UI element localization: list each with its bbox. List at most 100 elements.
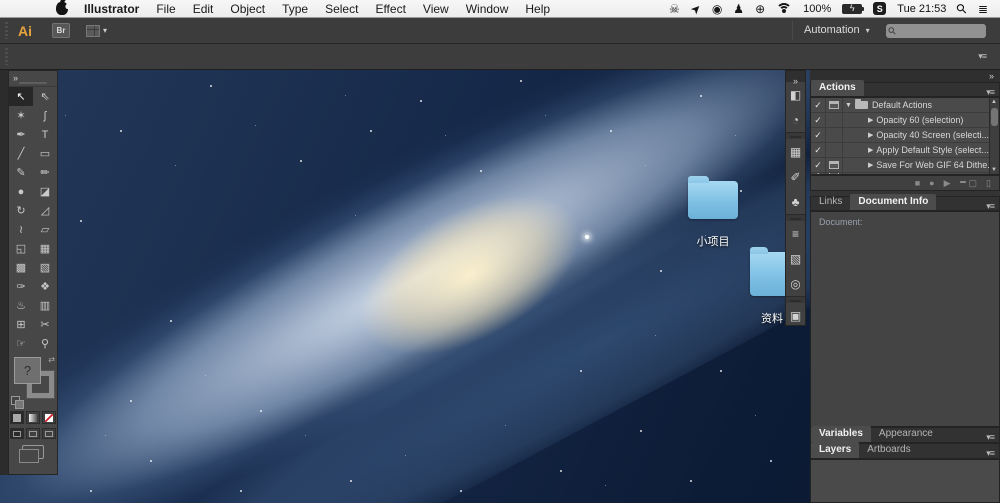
zoom-tool[interactable]: ⚲ (33, 334, 57, 353)
menu-type[interactable]: Type (282, 2, 308, 16)
hand-tool[interactable]: ☞ (9, 334, 33, 353)
magic-wand-tool[interactable]: ✶ (9, 106, 33, 125)
default-fill-stroke-icon[interactable] (11, 396, 20, 405)
free-transform-tool[interactable]: ▱ (33, 220, 57, 239)
telegram-icon[interactable]: ➤ (688, 1, 704, 17)
color-guide-panel-icon[interactable]: ◔ (786, 107, 805, 132)
menu-object[interactable]: Object (230, 2, 265, 16)
scale-tool[interactable]: ◿ (33, 201, 57, 220)
tab-layers[interactable]: Layers (811, 442, 859, 458)
rotate-tool[interactable]: ↻ (9, 201, 33, 220)
menu-help[interactable]: Help (525, 2, 550, 16)
crosshair-icon[interactable]: ⊕ (755, 3, 765, 15)
strip-group-divider[interactable] (786, 214, 805, 221)
panel-menu-icon[interactable]: ▾≡ (978, 51, 986, 62)
gradient-tool[interactable]: ▧ (33, 258, 57, 277)
strip-header[interactable]: » (786, 71, 805, 82)
spotlight-icon[interactable]: ⚲ (953, 0, 971, 18)
menu-select[interactable]: Select (325, 2, 358, 16)
desktop-folder-small-project[interactable]: 小项目 (683, 181, 743, 249)
line-segment-tool[interactable]: ╱ (9, 144, 33, 163)
slice-tool[interactable]: ✂ (33, 315, 57, 334)
menu-file[interactable]: File (156, 2, 175, 16)
rectangle-tool[interactable]: ▭ (33, 144, 57, 163)
bridge-button[interactable]: Br (52, 23, 70, 38)
target-icon[interactable]: ◉ (712, 3, 722, 15)
perspective-grid-tool[interactable]: ▦ (33, 239, 57, 258)
tab-document-info[interactable]: Document Info (850, 194, 936, 210)
action-checkbox[interactable]: ✓ (811, 100, 825, 111)
tab-artboards[interactable]: Artboards (859, 442, 918, 458)
drag-handle[interactable] (19, 82, 47, 84)
graphic-styles-panel-icon[interactable]: ▣ (786, 303, 805, 328)
expand-triangle-icon[interactable]: ▶ (868, 146, 873, 154)
symbols-panel-icon[interactable]: ♣ (786, 189, 805, 214)
search-input[interactable]: ⚲ (886, 24, 986, 38)
workspace-switcher[interactable]: Automation ▾ (804, 24, 870, 36)
scroll-up-icon[interactable]: ▲ (991, 99, 997, 105)
gradient-panel-icon[interactable]: ▧ (786, 246, 805, 271)
blob-brush-tool[interactable]: ● (9, 182, 33, 201)
artboard-tool[interactable]: ⊞ (9, 315, 33, 334)
expand-triangle-icon[interactable]: ▼ (845, 102, 852, 109)
mesh-tool[interactable]: ▩ (9, 258, 33, 277)
play-action-button[interactable]: ▶ (944, 179, 951, 188)
action-checkbox[interactable]: ✓ (811, 130, 825, 141)
eyedropper-tool[interactable]: ✑ (9, 277, 33, 296)
tab-variables[interactable]: Variables (811, 426, 871, 442)
panel-menu-icon[interactable]: ▾≡ (986, 448, 994, 459)
tab-actions[interactable]: Actions (811, 80, 864, 96)
expand-triangle-icon[interactable]: ▶ (868, 131, 873, 139)
eraser-tool[interactable]: ◪ (33, 182, 57, 201)
symbol-sprayer-tool[interactable]: ♨ (9, 296, 33, 315)
none-button[interactable] (42, 411, 56, 424)
swap-fill-stroke-icon[interactable]: ⇄ (48, 355, 55, 364)
dialog-toggle[interactable] (825, 161, 842, 169)
actions-scrollbar[interactable]: ▲ ▼ (989, 98, 999, 174)
menu-edit[interactable]: Edit (193, 2, 214, 16)
action-checkbox[interactable]: ✓ (811, 115, 825, 126)
devil-icon[interactable]: ☠ (669, 3, 680, 15)
gradient-button[interactable] (26, 411, 40, 424)
menu-clock[interactable]: Tue 21:53 (897, 3, 946, 15)
collapse-dock-icon[interactable]: » (989, 72, 994, 81)
menu-effect[interactable]: Effect (375, 2, 405, 16)
shape-builder-tool[interactable]: ◱ (9, 239, 33, 258)
expand-triangle-icon[interactable]: ▶ (868, 161, 873, 169)
column-graph-tool[interactable]: ▥ (33, 296, 57, 315)
strip-group-divider[interactable] (786, 296, 805, 303)
delete-action-button[interactable]: ▯ (986, 179, 991, 188)
action-checkbox[interactable]: ✓ (811, 160, 825, 171)
color-button[interactable] (10, 411, 24, 424)
menu-illustrator[interactable]: Illustrator (84, 2, 139, 16)
direct-selection-tool[interactable]: ⇖ (33, 87, 57, 106)
action-checkbox[interactable]: ✓ (811, 145, 825, 156)
scrollbar-thumb[interactable] (991, 108, 998, 126)
tab-links[interactable]: Links (811, 194, 850, 210)
scroll-down-icon[interactable]: ▼ (991, 167, 997, 173)
tab-appearance[interactable]: Appearance (871, 426, 941, 442)
collapse-dock-icon[interactable]: » (793, 76, 798, 86)
pen-tool[interactable]: ✒ (9, 125, 33, 144)
wifi-icon[interactable] (776, 3, 792, 15)
fill-swatch[interactable]: ? (14, 357, 41, 384)
tools-panel-header[interactable]: » (9, 71, 57, 87)
action-set-row[interactable]: ✓ ▼ Default Actions (811, 98, 999, 113)
draw-normal-button[interactable] (10, 428, 24, 439)
action-row[interactable]: ✓ ▶ Opacity 60 (selection) (811, 113, 999, 128)
action-row[interactable]: ✓ ▶ Opacity 40 Screen (selecti... (811, 128, 999, 143)
draw-inside-button[interactable] (42, 428, 56, 439)
battery-icon[interactable]: ϟ (842, 4, 862, 14)
swatches-panel-icon[interactable]: ▦ (786, 139, 805, 164)
begin-recording-button[interactable]: ● (929, 179, 934, 188)
action-row[interactable]: ✓ ▶ Apply Default Style (select... (811, 143, 999, 158)
pencil-tool[interactable]: ✏ (33, 163, 57, 182)
lasso-tool[interactable]: ʃ (33, 106, 57, 125)
shadowsocks-icon[interactable]: S (873, 2, 886, 15)
paintbrush-tool[interactable]: ✎ (9, 163, 33, 182)
collapse-dock-icon[interactable]: » (13, 74, 18, 83)
stroke-panel-icon[interactable]: ≡ (786, 221, 805, 246)
menu-window[interactable]: Window (466, 2, 509, 16)
selection-tool[interactable]: ↖ (9, 87, 33, 106)
blend-tool[interactable]: ❖ (33, 277, 57, 296)
